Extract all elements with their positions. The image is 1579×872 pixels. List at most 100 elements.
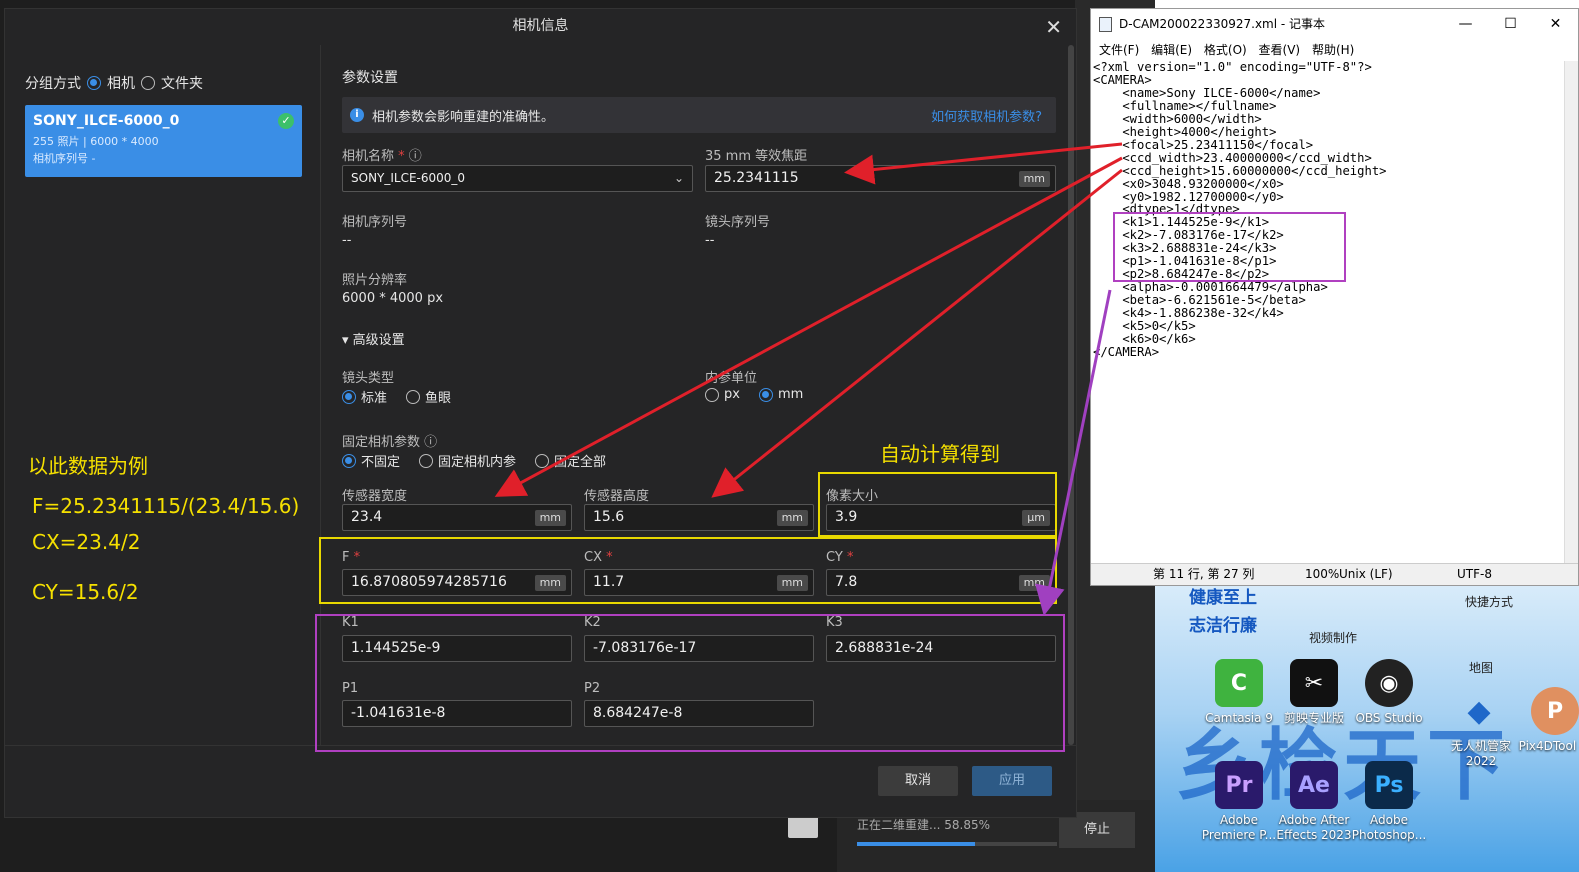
lens-type-options: 标准 鱼眼	[342, 387, 451, 406]
after-effects-label: Adobe After Effects 2023	[1276, 813, 1352, 842]
intrinsic-unit-label: 内参单位	[705, 371, 758, 386]
lens-serial-value: --	[705, 233, 715, 248]
lens-standard-radio[interactable]	[342, 389, 356, 404]
info-text: 相机参数会影响重建的准确性。	[372, 110, 555, 125]
photoshop-label: Adobe Photoshop...	[1351, 813, 1427, 842]
status-zoom: 100%	[1305, 567, 1340, 581]
camtasia-icon[interactable]: C	[1215, 659, 1263, 707]
distortion-xml-highlight-box	[1113, 212, 1346, 282]
fix-all-radio[interactable]	[535, 453, 550, 468]
lens-fisheye-radio[interactable]	[406, 389, 421, 404]
maximize-icon[interactable]: ☐	[1488, 9, 1533, 39]
pix4d-label: Pix4DTool e	[1518, 739, 1579, 753]
unit-px-radio[interactable]	[705, 387, 719, 402]
notepad-window: D-CAM200022330927.xml - 记事本 — ☐ ✕ 文件(F) …	[1090, 8, 1579, 586]
notepad-menubar: 文件(F) 编辑(E) 格式(O) 查看(V) 帮助(H)	[1091, 39, 1578, 61]
group-folder-label: 文件夹	[161, 76, 203, 92]
notepad-text-area[interactable]: <?xml version="1.0" encoding="UTF-8"?> <…	[1093, 61, 1387, 359]
focal35-input[interactable]: 25.2341115 mm	[705, 165, 1056, 192]
close-icon[interactable]: ✕	[1045, 15, 1062, 39]
intrinsic-unit-options: px mm	[705, 387, 803, 402]
fix-params-options: 不固定 固定相机内参 固定全部	[342, 451, 606, 470]
notepad-scrollbar[interactable]	[1564, 61, 1578, 566]
group-folder-radio[interactable]	[141, 76, 155, 90]
group-camera-label: 相机	[107, 76, 135, 92]
sensor-height-label: 传感器高度	[584, 489, 650, 504]
group-by-label: 分组方式	[25, 76, 81, 92]
minimize-icon[interactable]: —	[1443, 9, 1488, 39]
example-title-annotation: 以此数据为例	[28, 454, 148, 478]
wallpaper-slogan-2: 志洁行廉	[1189, 616, 1257, 636]
dialog-scrollbar[interactable]	[1068, 45, 1074, 745]
dialog-title: 相机信息	[512, 18, 569, 34]
menu-edit[interactable]: 编辑(E)	[1151, 43, 1192, 57]
unit-mm-radio[interactable]	[758, 387, 773, 402]
formula-cx-annotation: CX=23.4/2	[32, 530, 141, 554]
sensor-width-input[interactable]: 23.4 mm	[342, 504, 572, 531]
photoshop-icon[interactable]: Ps	[1365, 761, 1413, 809]
group-by-row: 分组方式 相机 文件夹	[25, 73, 203, 93]
camera-card[interactable]: SONY_ILCE-6000_0 255 照片 | 6000 * 4000 相机…	[25, 105, 302, 177]
camera-name-label: 相机名称 * ⓘ	[342, 149, 422, 164]
how-to-get-params-link[interactable]: 如何获取相机参数?	[931, 106, 1042, 125]
screenshot-root: { "dialog": { "title": "相机信息", "close": …	[0, 0, 1579, 872]
camera-card-photos: 255 照片 | 6000 * 4000	[33, 135, 159, 148]
status-eol: Unix (LF)	[1339, 567, 1393, 581]
focal35-label: 35 mm 等效焦距	[705, 149, 808, 164]
intrinsics-highlight-box	[319, 537, 1057, 604]
drone-manager-icon[interactable]: ◆	[1455, 687, 1503, 735]
formula-f-annotation: F=25.2341115/(23.4/15.6)	[32, 494, 300, 518]
video-folder-label: 视频制作	[1309, 631, 1358, 645]
camera-name-select[interactable]: SONY_ILCE-6000_0 ⌄	[342, 165, 693, 192]
map-folder-label: 地图	[1469, 661, 1494, 675]
sensor-width-label: 传感器宽度	[342, 489, 408, 504]
desktop: 乡检天下 健康至上 志洁行廉 视频制作 地图 快捷方式 C Camtasia 9…	[1155, 583, 1579, 872]
premiere-label: Adobe Premiere P...	[1201, 813, 1277, 842]
after-effects-icon[interactable]: Ae	[1290, 761, 1338, 809]
camera-card-name: SONY_ILCE-6000_0	[33, 113, 180, 129]
close-window-icon[interactable]: ✕	[1533, 9, 1578, 39]
group-camera-radio[interactable]	[87, 76, 101, 90]
notepad-statusbar: 第 11 行, 第 27 列 100% Unix (LF) UTF-8	[1091, 563, 1578, 585]
obs-icon[interactable]: ◉	[1365, 659, 1413, 707]
info-icon: i	[350, 108, 364, 122]
menu-file[interactable]: 文件(F)	[1099, 43, 1139, 57]
apply-button[interactable]: 应用	[972, 766, 1052, 796]
resolution-value: 6000 * 4000 px	[342, 291, 444, 306]
menu-help[interactable]: 帮助(H)	[1312, 43, 1354, 57]
lens-type-label: 镜头类型	[342, 371, 395, 386]
params-title: 参数设置	[342, 70, 398, 86]
camtasia-label: Camtasia 9	[1205, 711, 1273, 725]
info-bar: i 相机参数会影响重建的准确性。 如何获取相机参数?	[342, 97, 1056, 133]
sensor-height-input[interactable]: 15.6 mm	[584, 504, 814, 531]
premiere-icon[interactable]: Pr	[1215, 761, 1263, 809]
jianying-label: 剪映专业版	[1283, 711, 1344, 725]
pixel-size-highlight-box	[818, 472, 1057, 537]
notepad-title: D-CAM200022330927.xml - 记事本	[1119, 17, 1326, 31]
cancel-button[interactable]: 取消	[878, 766, 958, 796]
fix-intrinsic-radio[interactable]	[419, 453, 434, 468]
dialog-footer: 取消 应用	[5, 745, 1076, 819]
menu-format[interactable]: 格式(O)	[1204, 43, 1247, 57]
status-position: 第 11 行, 第 27 列	[1153, 567, 1255, 581]
drone-manager-label: 无人机管家 2022	[1450, 739, 1511, 768]
camera-card-serial: 相机序列号 -	[33, 152, 96, 165]
progress-bar	[857, 842, 1057, 846]
notepad-icon	[1099, 17, 1112, 32]
lens-serial-label: 镜头序列号	[705, 215, 771, 230]
resolution-label: 照片分辨率	[342, 273, 408, 288]
serial-label: 相机序列号	[342, 215, 408, 230]
advanced-settings-toggle[interactable]: ▾ 高级设置	[342, 329, 405, 348]
serial-value: --	[342, 233, 352, 248]
fix-params-label: 固定相机参数 ⓘ	[342, 435, 438, 450]
status-encoding: UTF-8	[1457, 567, 1492, 581]
pix4d-icon[interactable]: P	[1531, 687, 1579, 735]
check-icon: ✓	[278, 113, 294, 129]
obs-label: OBS Studio	[1355, 711, 1423, 725]
fix-none-radio[interactable]	[342, 453, 356, 468]
jianying-icon[interactable]: ✂	[1290, 659, 1338, 707]
distortion-highlight-box	[315, 614, 1065, 752]
auto-calc-annotation: 自动计算得到	[880, 442, 1000, 466]
formula-cy-annotation: CY=15.6/2	[32, 580, 139, 604]
menu-view[interactable]: 查看(V)	[1259, 43, 1301, 57]
